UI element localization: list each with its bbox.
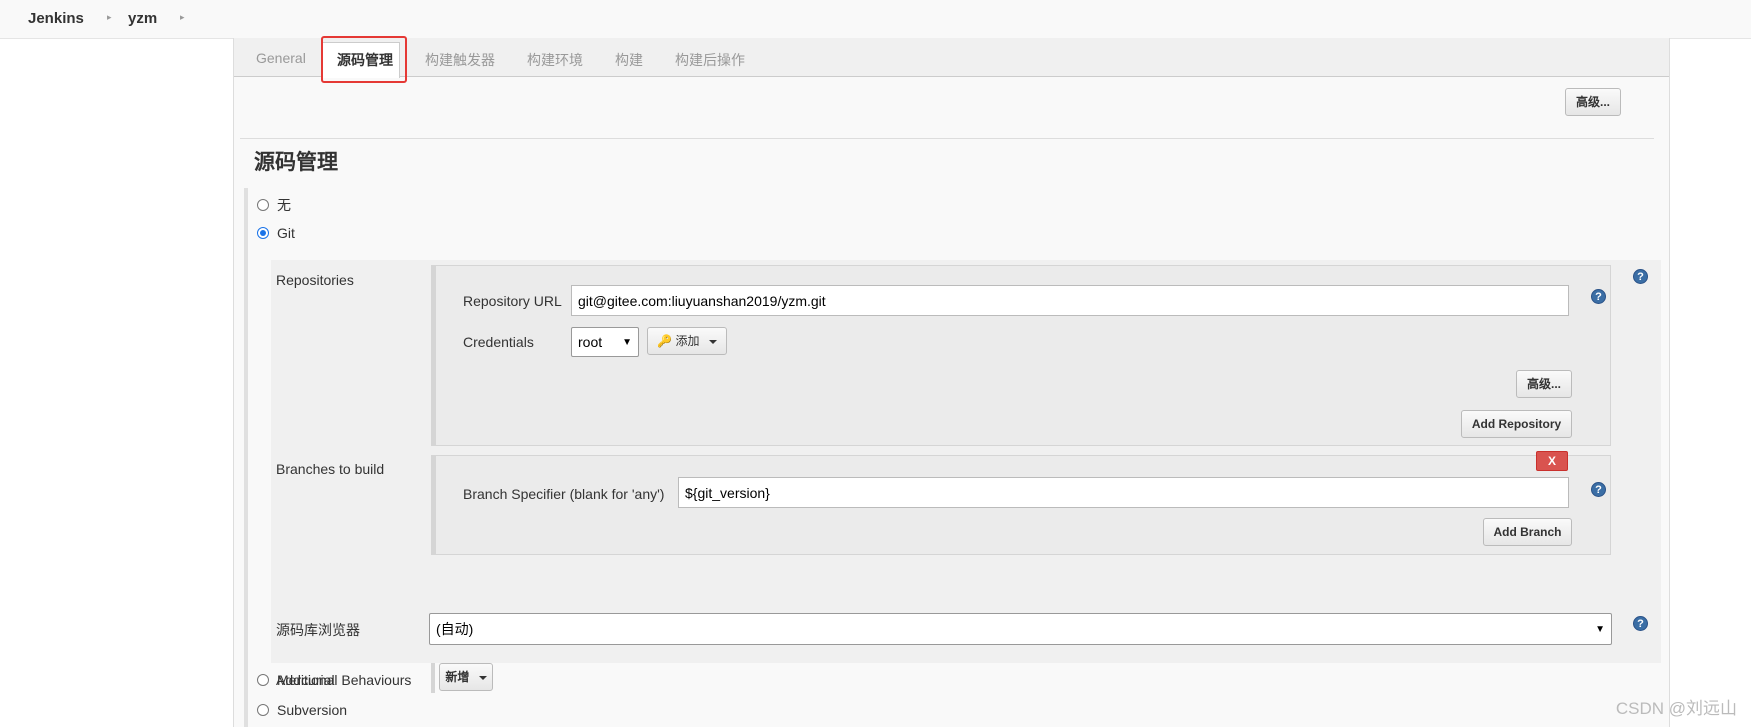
breadcrumb-jenkins[interactable]: Jenkins xyxy=(28,10,84,27)
caret-down-icon xyxy=(478,675,487,680)
credentials-value: root xyxy=(578,334,603,350)
add-behaviour-label: 新增 xyxy=(445,670,470,684)
tab-highlight-box xyxy=(321,36,407,83)
chevron-down-icon: ▼ xyxy=(1595,623,1605,635)
branch-specifier-input[interactable]: ${git_version} xyxy=(678,477,1569,508)
chevron-down-icon: ▼ xyxy=(622,336,632,348)
repository-browser-value: (自动) xyxy=(436,621,474,637)
delete-branch-button[interactable]: X xyxy=(1536,451,1568,471)
breadcrumb-separator-icon: ▸ xyxy=(107,12,112,22)
scm-option-git[interactable]: Git xyxy=(257,225,295,241)
branches-label: Branches to build xyxy=(276,461,385,477)
repository-browser-label: 源码库浏览器 xyxy=(276,622,360,638)
repositories-help-icon[interactable]: ? xyxy=(1633,269,1648,284)
add-credentials-button[interactable]: 🔑 添加 xyxy=(647,327,727,355)
git-config-area: Repositories ? Repository URL git@gitee.… xyxy=(271,260,1661,693)
repository-browser-help-icon[interactable]: ? xyxy=(1633,616,1648,631)
breadcrumb-separator-icon: ▸ xyxy=(180,12,185,22)
tab-bar: General 源码管理 构建触发器 构建环境 构建 构建后操作 xyxy=(234,38,1669,78)
scm-option-none[interactable]: 无 xyxy=(257,195,291,215)
branch-panel: X Branch Specifier (blank for 'any') ${g… xyxy=(431,451,1611,555)
additional-behaviours-wrapper: 新增 xyxy=(431,663,493,693)
scm-option-mercurial[interactable]: Mercurial xyxy=(257,672,335,688)
advanced-button[interactable]: 高级... xyxy=(1565,88,1621,116)
config-panel: General 源码管理 构建触发器 构建环境 构建 构建后操作 高级... 源… xyxy=(233,38,1670,727)
tab-build-environment[interactable]: 构建环境 xyxy=(527,50,583,70)
repository-advanced-button[interactable]: 高级... xyxy=(1516,370,1572,398)
repositories-label: Repositories xyxy=(276,272,354,288)
watermark: CSDN @刘远山 xyxy=(1615,699,1737,718)
scm-option-git-label: Git xyxy=(277,225,295,241)
tab-build[interactable]: 构建 xyxy=(615,50,643,70)
add-credentials-label: 添加 xyxy=(675,334,700,348)
breadcrumb-job[interactable]: yzm xyxy=(128,10,157,27)
tab-post-build[interactable]: 构建后操作 xyxy=(675,50,745,70)
scm-option-subversion[interactable]: Subversion xyxy=(257,702,347,718)
section-title: 源码管理 xyxy=(254,151,338,174)
scm-option-none-label: 无 xyxy=(277,197,291,213)
add-repository-button[interactable]: Add Repository xyxy=(1461,410,1572,438)
branch-specifier-help-icon[interactable]: ? xyxy=(1591,482,1606,497)
radio-checked-icon[interactable] xyxy=(257,227,269,239)
repository-panel: Repository URL git@gitee.com:liuyuanshan… xyxy=(431,265,1611,446)
add-behaviour-button[interactable]: 新增 xyxy=(439,663,493,691)
repository-browser-select[interactable]: (自动) ▼ xyxy=(429,613,1612,645)
key-icon: 🔑 xyxy=(657,334,673,348)
repository-url-input[interactable]: git@gitee.com:liuyuanshan2019/yzm.git xyxy=(571,285,1569,316)
credentials-select[interactable]: root ▼ xyxy=(571,327,639,357)
scm-option-subversion-label: Subversion xyxy=(277,702,348,718)
add-branch-button[interactable]: Add Branch xyxy=(1483,518,1572,546)
tab-build-triggers[interactable]: 构建触发器 xyxy=(425,50,495,70)
credentials-label: Credentials xyxy=(463,334,534,350)
section-divider xyxy=(240,138,1654,139)
radio-unchecked-icon[interactable] xyxy=(257,674,269,686)
branch-specifier-label: Branch Specifier (blank for 'any') xyxy=(463,486,665,502)
radio-unchecked-icon[interactable] xyxy=(257,199,269,211)
scm-option-mercurial-label: Mercurial xyxy=(277,672,335,688)
top-bar: Jenkins ▸ yzm ▸ xyxy=(0,0,1751,39)
radio-unchecked-icon[interactable] xyxy=(257,704,269,716)
scm-left-border xyxy=(244,188,248,727)
repository-url-label: Repository URL xyxy=(463,293,562,309)
caret-down-icon xyxy=(708,339,717,344)
repository-url-help-icon[interactable]: ? xyxy=(1591,289,1606,304)
tab-general[interactable]: General xyxy=(256,50,306,66)
